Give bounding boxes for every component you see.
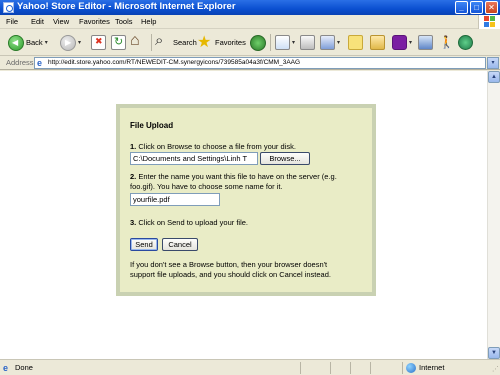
- menu-edit[interactable]: Edit: [31, 17, 44, 26]
- step2-line1: Enter the name you want this file to hav…: [138, 172, 337, 181]
- minimize-button[interactable]: _: [455, 1, 468, 14]
- menu-tools[interactable]: Tools: [115, 17, 133, 26]
- yahoo-button[interactable]: ▾: [392, 34, 412, 51]
- step2-number: 2.: [130, 172, 137, 181]
- vertical-scrollbar[interactable]: ▲ ▼: [487, 71, 500, 359]
- forward-dropdown-icon[interactable]: ▾: [78, 39, 81, 46]
- menu-favorites[interactable]: Favorites: [79, 17, 110, 26]
- maximize-button[interactable]: □: [470, 1, 483, 14]
- print-icon: [300, 35, 315, 50]
- scroll-down-button[interactable]: ▼: [488, 347, 500, 359]
- address-url[interactable]: http://edit.store.yahoo.com/RT/NEWEDIT-C…: [48, 59, 300, 66]
- edit-icon: [320, 35, 335, 50]
- internet-zone-globe-icon: [406, 363, 416, 373]
- toolbar-separator: [151, 34, 152, 51]
- discuss-icon: [348, 35, 363, 50]
- back-arrow-icon: [8, 34, 24, 51]
- file-upload-panel: File Upload 1. Click on Browse to choose…: [116, 104, 376, 296]
- menu-file[interactable]: File: [6, 17, 18, 26]
- person-icon: 🚶: [439, 35, 454, 49]
- status-divider: [402, 362, 403, 374]
- print-button[interactable]: [300, 34, 315, 51]
- step1-number: 1.: [130, 142, 137, 151]
- search-icon: [155, 32, 171, 51]
- status-text: Done: [15, 363, 33, 372]
- favorites-button[interactable]: Favorites: [197, 32, 246, 52]
- windows-logo-icon: [478, 15, 500, 29]
- edit-dropdown-icon[interactable]: ▾: [337, 39, 340, 46]
- browse-button[interactable]: Browse...: [260, 152, 310, 165]
- refresh-icon: [111, 35, 126, 50]
- messenger-icon: [370, 35, 385, 50]
- resize-grip-icon[interactable]: ⋰: [492, 365, 499, 373]
- address-bar: Address e http://edit.store.yahoo.com/RT…: [0, 56, 500, 70]
- yahoo-icon: [392, 35, 407, 50]
- discuss-button[interactable]: [348, 34, 363, 51]
- forward-button[interactable]: ▾: [60, 34, 81, 51]
- note-line2: support file uploads, and you should cli…: [130, 270, 331, 279]
- menu-view[interactable]: View: [53, 17, 69, 26]
- step3-label: Click on Send to upload your file.: [138, 218, 249, 227]
- status-page-icon: e: [3, 363, 9, 373]
- edit-button[interactable]: ▾: [320, 34, 340, 51]
- step2-line2: foo.gif). You have to choose some name f…: [130, 182, 283, 191]
- ie-app-icon[interactable]: [3, 2, 14, 13]
- window-title: Yahoo! Store Editor - Microsoft Internet…: [17, 1, 236, 12]
- stop-icon: [91, 35, 106, 50]
- title-bar: Yahoo! Store Editor - Microsoft Internet…: [0, 0, 500, 15]
- back-button[interactable]: Back ▾: [8, 34, 48, 51]
- address-label: Address: [6, 58, 34, 67]
- step1-text: 1. Click on Browse to choose a file from…: [130, 142, 296, 151]
- home-icon: [130, 32, 146, 51]
- send-button[interactable]: Send: [130, 238, 158, 251]
- file-path-input[interactable]: C:\Documents and Settings\Linh T: [130, 152, 258, 165]
- favorites-label: Favorites: [215, 38, 246, 47]
- mail-button[interactable]: ▾: [275, 34, 295, 51]
- history-icon: [250, 34, 266, 51]
- step1-label: Click on Browse to choose a file from yo…: [138, 142, 296, 151]
- research-button[interactable]: [418, 34, 433, 51]
- history-button[interactable]: [250, 34, 266, 51]
- network-icon: [458, 35, 473, 50]
- address-dropdown-button[interactable]: ▾: [487, 57, 499, 69]
- step3-number: 3.: [130, 218, 137, 227]
- toolbar-separator: [270, 34, 271, 51]
- cancel-button[interactable]: Cancel: [162, 238, 198, 251]
- home-button[interactable]: [130, 32, 146, 51]
- back-dropdown-icon[interactable]: ▾: [45, 39, 48, 46]
- scroll-up-button[interactable]: ▲: [488, 71, 500, 83]
- yahoo-dropdown-icon[interactable]: ▾: [409, 39, 412, 46]
- search-button[interactable]: Search: [155, 32, 197, 51]
- figure-button[interactable]: 🚶: [438, 34, 454, 51]
- mail-icon: [275, 35, 290, 50]
- step2-text: 2. Enter the name you want this file to …: [130, 172, 337, 181]
- close-button[interactable]: ✕: [485, 1, 498, 14]
- address-input[interactable]: e http://edit.store.yahoo.com/RT/NEWEDIT…: [34, 57, 486, 69]
- menu-help[interactable]: Help: [141, 17, 156, 26]
- status-divider: [330, 362, 331, 374]
- status-divider: [350, 362, 351, 374]
- favorites-star-icon: [197, 32, 213, 52]
- menu-bar: File Edit View Favorites Tools Help: [0, 15, 500, 29]
- page-content: File Upload 1. Click on Browse to choose…: [0, 71, 487, 359]
- network-button[interactable]: [458, 34, 473, 51]
- forward-arrow-icon: [60, 34, 76, 51]
- security-zone-label: Internet: [419, 363, 445, 372]
- page-ie-icon: e: [37, 58, 43, 68]
- note-line1: If you don't see a Browse button, then y…: [130, 260, 328, 269]
- toolbar: Back ▾ ▾ Search Favorites ▾ ▾: [0, 29, 500, 56]
- status-divider: [370, 362, 371, 374]
- filename-input[interactable]: yourfile.pdf: [130, 193, 220, 206]
- status-divider: [300, 362, 301, 374]
- step3-text: 3. Click on Send to upload your file.: [130, 218, 248, 227]
- back-label: Back: [26, 38, 43, 47]
- refresh-button[interactable]: [111, 34, 126, 51]
- status-bar: e Done Internet ⋰: [0, 359, 500, 375]
- research-icon: [418, 35, 433, 50]
- upload-heading: File Upload: [130, 121, 174, 130]
- messenger-button[interactable]: [370, 34, 385, 51]
- stop-button[interactable]: [91, 34, 106, 51]
- search-label: Search: [173, 38, 197, 47]
- mail-dropdown-icon[interactable]: ▾: [292, 39, 295, 46]
